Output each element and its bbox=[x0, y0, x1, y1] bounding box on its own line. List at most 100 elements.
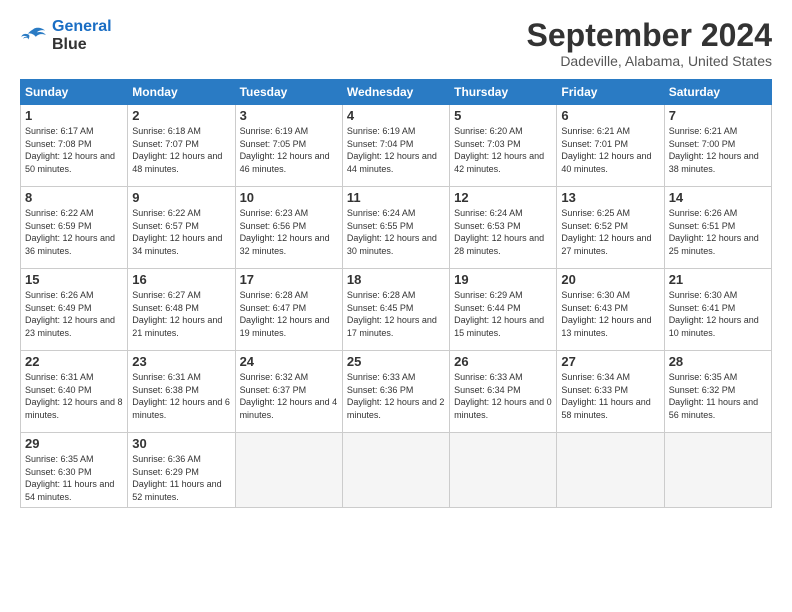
col-thursday: Thursday bbox=[450, 80, 557, 105]
day-number: 3 bbox=[240, 108, 338, 123]
day-number: 22 bbox=[25, 354, 123, 369]
calendar-cell: 24Sunrise: 6:32 AMSunset: 6:37 PMDayligh… bbox=[235, 351, 342, 433]
calendar-row-4: 29 Sunrise: 6:35 AMSunset: 6:30 PMDayligh… bbox=[21, 433, 772, 507]
day-info: Sunrise: 6:34 AMSunset: 6:33 PMDaylight:… bbox=[561, 371, 659, 421]
day-number: 8 bbox=[25, 190, 123, 205]
day-info: Sunrise: 6:23 AMSunset: 6:56 PMDaylight:… bbox=[240, 207, 338, 257]
day-number: 15 bbox=[25, 272, 123, 287]
col-saturday: Saturday bbox=[664, 80, 771, 105]
calendar-cell bbox=[450, 433, 557, 507]
calendar-cell bbox=[235, 433, 342, 507]
day-number: 1 bbox=[25, 108, 123, 123]
day-info: Sunrise: 6:21 AMSunset: 7:00 PMDaylight:… bbox=[669, 125, 767, 175]
day-number: 18 bbox=[347, 272, 445, 287]
col-wednesday: Wednesday bbox=[342, 80, 449, 105]
day-number: 24 bbox=[240, 354, 338, 369]
day-info: Sunrise: 6:22 AMSunset: 6:57 PMDaylight:… bbox=[132, 207, 230, 257]
day-number: 21 bbox=[669, 272, 767, 287]
day-number: 25 bbox=[347, 354, 445, 369]
calendar-cell: 23Sunrise: 6:31 AMSunset: 6:38 PMDayligh… bbox=[128, 351, 235, 433]
calendar-cell: 2Sunrise: 6:18 AMSunset: 7:07 PMDaylight… bbox=[128, 105, 235, 187]
day-info: Sunrise: 6:28 AMSunset: 6:47 PMDaylight:… bbox=[240, 289, 338, 339]
calendar-cell: 29 Sunrise: 6:35 AMSunset: 6:30 PMDayligh… bbox=[21, 433, 128, 507]
day-info: Sunrise: 6:33 AMSunset: 6:34 PMDaylight:… bbox=[454, 371, 552, 421]
calendar-cell: 28Sunrise: 6:35 AMSunset: 6:32 PMDayligh… bbox=[664, 351, 771, 433]
calendar-cell: 25 Sunrise: 6:33 AMSunset: 6:36 PMDayligh… bbox=[342, 351, 449, 433]
calendar-cell: 1 Sunrise: 6:17 AMSunset: 7:08 PMDaylight… bbox=[21, 105, 128, 187]
calendar-title: September 2024 bbox=[527, 18, 772, 53]
calendar-cell: 17 Sunrise: 6:28 AMSunset: 6:47 PMDayligh… bbox=[235, 269, 342, 351]
day-info: Sunrise: 6:31 AMSunset: 6:40 PMDaylight:… bbox=[25, 371, 123, 421]
calendar-cell: 12 Sunrise: 6:24 AMSunset: 6:53 PMDayligh… bbox=[450, 187, 557, 269]
calendar-row-3: 22 Sunrise: 6:31 AMSunset: 6:40 PMDayligh… bbox=[21, 351, 772, 433]
day-number: 14 bbox=[669, 190, 767, 205]
day-info: Sunrise: 6:20 AMSunset: 7:03 PMDaylight:… bbox=[454, 125, 552, 175]
day-number: 7 bbox=[669, 108, 767, 123]
calendar-cell: 30 Sunrise: 6:36 AMSunset: 6:29 PMDayligh… bbox=[128, 433, 235, 507]
day-number: 28 bbox=[669, 354, 767, 369]
day-number: 29 bbox=[25, 436, 123, 451]
day-info: Sunrise: 6:28 AMSunset: 6:45 PMDaylight:… bbox=[347, 289, 445, 339]
day-number: 4 bbox=[347, 108, 445, 123]
calendar-cell: 18 Sunrise: 6:28 AMSunset: 6:45 PMDayligh… bbox=[342, 269, 449, 351]
day-number: 12 bbox=[454, 190, 552, 205]
day-info: Sunrise: 6:36 AMSunset: 6:29 PMDaylight:… bbox=[132, 453, 230, 503]
calendar-cell: 13Sunrise: 6:25 AMSunset: 6:52 PMDayligh… bbox=[557, 187, 664, 269]
day-info: Sunrise: 6:30 AMSunset: 6:41 PMDaylight:… bbox=[669, 289, 767, 339]
header-row: Sunday Monday Tuesday Wednesday Thursday… bbox=[21, 80, 772, 105]
day-info: Sunrise: 6:19 AMSunset: 7:04 PMDaylight:… bbox=[347, 125, 445, 175]
calendar-cell: 20Sunrise: 6:30 AMSunset: 6:43 PMDayligh… bbox=[557, 269, 664, 351]
day-info: Sunrise: 6:24 AMSunset: 6:53 PMDaylight:… bbox=[454, 207, 552, 257]
day-number: 30 bbox=[132, 436, 230, 451]
day-info: Sunrise: 6:35 AMSunset: 6:30 PMDaylight:… bbox=[25, 453, 123, 503]
calendar-cell: 8 Sunrise: 6:22 AMSunset: 6:59 PMDaylight… bbox=[21, 187, 128, 269]
header: General Blue September 2024 Dadeville, A… bbox=[20, 18, 772, 69]
day-info: Sunrise: 6:31 AMSunset: 6:38 PMDaylight:… bbox=[132, 371, 230, 421]
calendar-cell: 27 Sunrise: 6:34 AMSunset: 6:33 PMDayligh… bbox=[557, 351, 664, 433]
day-info: Sunrise: 6:29 AMSunset: 6:44 PMDaylight:… bbox=[454, 289, 552, 339]
logo: General Blue bbox=[20, 18, 112, 55]
calendar-cell: 4 Sunrise: 6:19 AMSunset: 7:04 PMDaylight… bbox=[342, 105, 449, 187]
day-number: 19 bbox=[454, 272, 552, 287]
calendar-row-0: 1 Sunrise: 6:17 AMSunset: 7:08 PMDaylight… bbox=[21, 105, 772, 187]
col-sunday: Sunday bbox=[21, 80, 128, 105]
calendar-cell: 10Sunrise: 6:23 AMSunset: 6:56 PMDayligh… bbox=[235, 187, 342, 269]
day-number: 20 bbox=[561, 272, 659, 287]
day-number: 26 bbox=[454, 354, 552, 369]
calendar-row-2: 15 Sunrise: 6:26 AMSunset: 6:49 PMDayligh… bbox=[21, 269, 772, 351]
day-info: Sunrise: 6:22 AMSunset: 6:59 PMDaylight:… bbox=[25, 207, 123, 257]
calendar-cell: 19 Sunrise: 6:29 AMSunset: 6:44 PMDayligh… bbox=[450, 269, 557, 351]
col-tuesday: Tuesday bbox=[235, 80, 342, 105]
calendar-cell: 16 Sunrise: 6:27 AMSunset: 6:48 PMDayligh… bbox=[128, 269, 235, 351]
calendar-cell: 9 Sunrise: 6:22 AMSunset: 6:57 PMDaylight… bbox=[128, 187, 235, 269]
col-monday: Monday bbox=[128, 80, 235, 105]
day-info: Sunrise: 6:33 AMSunset: 6:36 PMDaylight:… bbox=[347, 371, 445, 421]
day-number: 17 bbox=[240, 272, 338, 287]
calendar-cell: 5Sunrise: 6:20 AMSunset: 7:03 PMDaylight… bbox=[450, 105, 557, 187]
day-number: 16 bbox=[132, 272, 230, 287]
day-info: Sunrise: 6:26 AMSunset: 6:49 PMDaylight:… bbox=[25, 289, 123, 339]
day-info: Sunrise: 6:24 AMSunset: 6:55 PMDaylight:… bbox=[347, 207, 445, 257]
calendar-cell: 14Sunrise: 6:26 AMSunset: 6:51 PMDayligh… bbox=[664, 187, 771, 269]
day-number: 9 bbox=[132, 190, 230, 205]
page: General Blue September 2024 Dadeville, A… bbox=[0, 0, 792, 518]
logo-text: General Blue bbox=[52, 18, 112, 55]
calendar-cell: 21 Sunrise: 6:30 AMSunset: 6:41 PMDayligh… bbox=[664, 269, 771, 351]
calendar-cell: 26 Sunrise: 6:33 AMSunset: 6:34 PMDayligh… bbox=[450, 351, 557, 433]
day-number: 27 bbox=[561, 354, 659, 369]
calendar-cell: 6 Sunrise: 6:21 AMSunset: 7:01 PMDaylight… bbox=[557, 105, 664, 187]
day-number: 11 bbox=[347, 190, 445, 205]
calendar-subtitle: Dadeville, Alabama, United States bbox=[527, 53, 772, 69]
day-info: Sunrise: 6:27 AMSunset: 6:48 PMDaylight:… bbox=[132, 289, 230, 339]
day-info: Sunrise: 6:17 AMSunset: 7:08 PMDaylight:… bbox=[25, 125, 123, 175]
day-number: 6 bbox=[561, 108, 659, 123]
calendar-table: Sunday Monday Tuesday Wednesday Thursday… bbox=[20, 79, 772, 507]
col-friday: Friday bbox=[557, 80, 664, 105]
logo-icon bbox=[20, 25, 48, 47]
logo-line2: Blue bbox=[52, 36, 87, 53]
day-info: Sunrise: 6:21 AMSunset: 7:01 PMDaylight:… bbox=[561, 125, 659, 175]
day-info: Sunrise: 6:25 AMSunset: 6:52 PMDaylight:… bbox=[561, 207, 659, 257]
day-number: 2 bbox=[132, 108, 230, 123]
calendar-cell: 7 Sunrise: 6:21 AMSunset: 7:00 PMDaylight… bbox=[664, 105, 771, 187]
calendar-cell bbox=[342, 433, 449, 507]
